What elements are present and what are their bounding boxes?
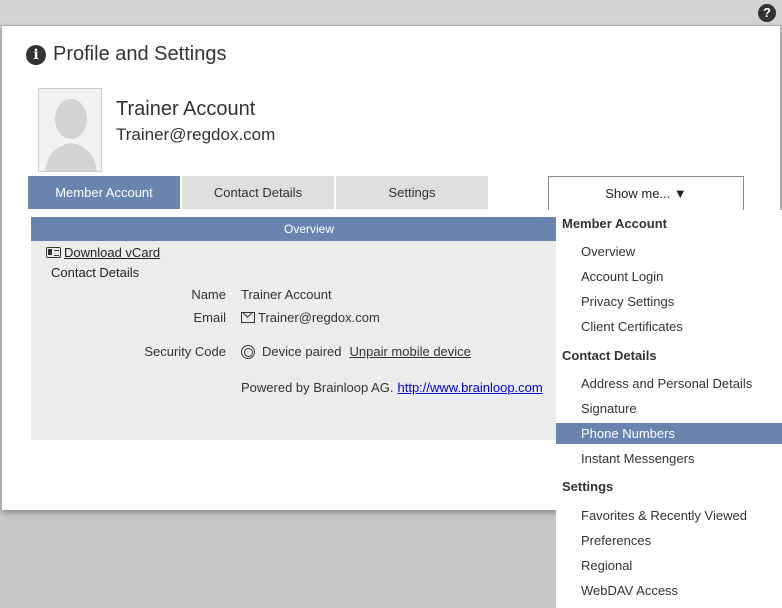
tab-settings[interactable]: Settings bbox=[336, 176, 488, 209]
overview-panel: Overview Download vCard Contact Details … bbox=[31, 217, 587, 440]
menu-item-client-certificates[interactable]: Client Certificates bbox=[556, 316, 782, 337]
menu-item-signature[interactable]: Signature bbox=[556, 398, 782, 419]
device-paired-text: Device paired bbox=[262, 344, 342, 359]
tab-member-account[interactable]: Member Account bbox=[28, 176, 180, 209]
user-email: Trainer@regdox.com bbox=[116, 125, 276, 144]
show-me-menu: Member Account Overview Account Login Pr… bbox=[556, 210, 782, 608]
brainloop-link[interactable]: http://www.brainloop.com bbox=[397, 380, 542, 395]
mail-icon bbox=[241, 312, 255, 323]
panel-header: Overview bbox=[31, 217, 587, 241]
tab-contact-details[interactable]: Contact Details bbox=[182, 176, 334, 209]
name-value-text: Trainer Account bbox=[241, 287, 332, 302]
menu-item-privacy-settings[interactable]: Privacy Settings bbox=[556, 291, 782, 312]
name-value: Trainer Account bbox=[241, 287, 332, 302]
security-code-value: Device paired Unpair mobile device bbox=[241, 344, 471, 359]
dialog-title-text: Profile and Settings bbox=[53, 43, 227, 65]
vcard-icon bbox=[46, 247, 61, 258]
name-label: Name bbox=[191, 287, 226, 302]
security-code-label: Security Code bbox=[144, 344, 226, 359]
menu-section-member-account: Member Account bbox=[562, 216, 667, 231]
menu-item-address-personal-details[interactable]: Address and Personal Details bbox=[556, 373, 782, 394]
menu-item-instant-messengers[interactable]: Instant Messengers bbox=[556, 448, 782, 469]
show-me-dropdown-button[interactable]: Show me... ▼ bbox=[548, 176, 744, 210]
powered-by: Powered by Brainloop AG. http://www.brai… bbox=[241, 380, 543, 395]
unpair-mobile-device-link[interactable]: Unpair mobile device bbox=[350, 344, 471, 359]
menu-item-webdav-access[interactable]: WebDAV Access bbox=[556, 580, 782, 601]
menu-section-contact-details: Contact Details bbox=[562, 348, 657, 363]
help-icon[interactable]: ? bbox=[758, 4, 776, 22]
download-vcard-label[interactable]: Download vCard bbox=[64, 245, 160, 260]
email-label: Email bbox=[193, 310, 226, 325]
top-bar: ? bbox=[0, 0, 782, 26]
menu-item-favorites-recently-viewed[interactable]: Favorites & Recently Viewed bbox=[556, 505, 782, 526]
menu-section-settings: Settings bbox=[562, 479, 614, 494]
avatar bbox=[38, 88, 102, 172]
menu-item-preferences[interactable]: Preferences bbox=[556, 530, 782, 551]
info-icon: i bbox=[26, 44, 46, 65]
download-vcard-link[interactable]: Download vCard bbox=[46, 245, 160, 260]
email-value: Trainer@regdox.com bbox=[241, 310, 380, 325]
menu-item-overview[interactable]: Overview bbox=[556, 241, 782, 262]
menu-item-phone-numbers[interactable]: Phone Numbers bbox=[556, 423, 782, 444]
dialog-title: i Profile and Settings bbox=[26, 43, 226, 66]
menu-item-account-login[interactable]: Account Login bbox=[556, 266, 782, 287]
device-paired-icon bbox=[241, 344, 255, 359]
contact-details-heading: Contact Details bbox=[51, 265, 140, 280]
user-name: Trainer Account bbox=[116, 98, 256, 120]
email-value-text: Trainer@regdox.com bbox=[258, 310, 380, 325]
powered-by-text: Powered by Brainloop AG. bbox=[241, 380, 394, 395]
avatar-silhouette-icon bbox=[39, 89, 101, 171]
menu-item-regional[interactable]: Regional bbox=[556, 555, 782, 576]
